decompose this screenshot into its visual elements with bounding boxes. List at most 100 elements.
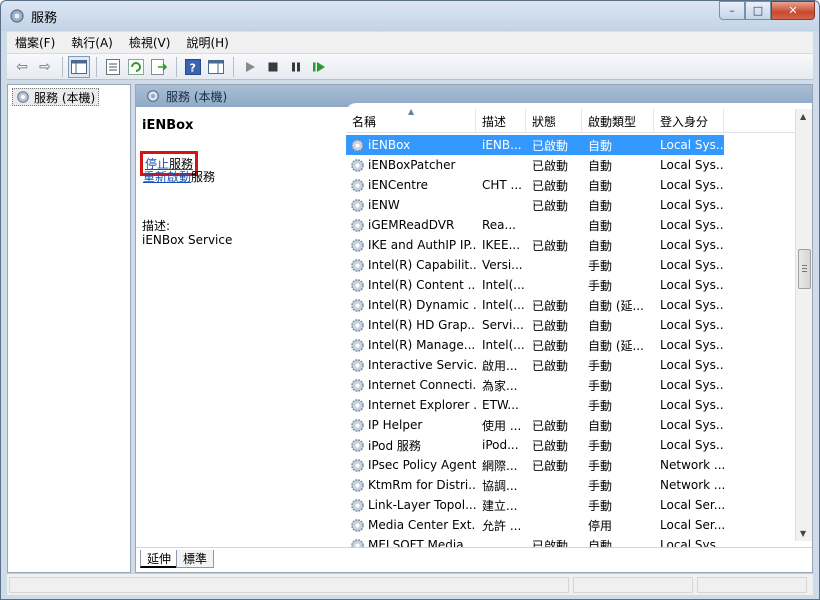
service-name-text: Internet Explorer ... xyxy=(368,398,476,412)
service-startup-type: 手動 xyxy=(588,438,613,453)
table-row[interactable]: iENBoxPatcher 已啟動 自動 Local Sys... xyxy=(346,155,796,175)
table-row[interactable]: iENBox iENB... 已啟動 自動 Local Sys... xyxy=(346,135,796,155)
properties-icon[interactable] xyxy=(102,56,124,78)
service-logon-as: Local Sys... xyxy=(660,298,724,312)
menu-view[interactable]: 檢視(V) xyxy=(121,34,179,51)
service-name: Media Center Ext... xyxy=(346,515,476,535)
service-name-text: Intel(R) Capabilit... xyxy=(368,258,476,272)
table-row[interactable]: Internet Explorer ... ETW... 手動 Local Sys..… xyxy=(346,395,796,415)
service-startup-type: 手動 xyxy=(588,358,613,373)
service-status xyxy=(526,475,582,495)
tab-extended[interactable]: 延伸 xyxy=(140,550,179,568)
console-tree-icon[interactable] xyxy=(68,55,90,78)
restart-link-suffix: 服務 xyxy=(191,170,216,184)
service-name: Interactive Servic... xyxy=(346,355,476,375)
table-row[interactable]: iENCentre CHT ... 已啟動 自動 Local Sys... xyxy=(346,175,796,195)
forward-arrow-icon[interactable]: ⇨ xyxy=(34,56,56,78)
extended-description-panel: iENBox 停止服務 重新啟動服務 描述: iENBox Service xyxy=(136,107,346,547)
table-row[interactable]: Intel(R) Manage... Intel(... 已啟動 自動 (延... Lo… xyxy=(346,335,796,355)
service-logon-as: Local Sys... xyxy=(660,318,724,332)
service-status: 已啟動 xyxy=(532,158,569,173)
scroll-up-icon[interactable]: ▲ xyxy=(800,112,806,121)
service-description: 網際... xyxy=(482,458,518,473)
service-name-text: Intel(R) Manage... xyxy=(368,338,476,352)
service-gear-icon xyxy=(351,458,364,472)
restart-service-link[interactable]: 重新啟動服務 xyxy=(143,168,215,185)
service-logon-as: Local Sys... xyxy=(660,178,724,192)
column-header-startup-type[interactable]: 啟動類型 xyxy=(582,109,654,133)
scroll-down-icon[interactable]: ▼ xyxy=(800,529,806,538)
service-name: iPod 服務 xyxy=(346,435,476,455)
toolbar: ⇦ ⇨ ? xyxy=(7,53,813,80)
services-window: 服務 – □ ✕ 檔案(F) 執行(A) 檢視(V) 說明(H) ⇦ ⇨ ? 服… xyxy=(0,0,820,600)
restart-service-icon[interactable] xyxy=(308,56,330,78)
title-bar[interactable]: 服務 – □ ✕ xyxy=(1,1,819,31)
service-name: KtmRm for Distri... xyxy=(346,475,476,495)
table-row[interactable]: Internet Connecti... 為家... 手動 Local Sys... xyxy=(346,375,796,395)
table-row[interactable]: Intel(R) Content ... Intel(... 手動 Local Sys… xyxy=(346,275,796,295)
service-startup-type: 自動 xyxy=(588,218,613,233)
service-name: Intel(R) Content ... xyxy=(346,275,476,295)
table-row[interactable]: iENW 已啟動 自動 Local Sys... xyxy=(346,195,796,215)
table-row[interactable]: iGEMReadDVR Rea... 自動 Local Sys... xyxy=(346,215,796,235)
minimize-button[interactable]: – xyxy=(719,1,745,20)
table-row[interactable]: Media Center Ext... 允許 ... 停用 Local Ser... xyxy=(346,515,796,535)
view-tabs: 延伸 標準 xyxy=(136,547,812,572)
table-row[interactable]: Intel(R) Dynamic ... Intel(... 已啟動 自動 (延...… xyxy=(346,295,796,315)
tree-item-services-local[interactable]: 服務 (本機) xyxy=(12,88,100,106)
service-name-text: iGEMReadDVR xyxy=(368,218,455,232)
refresh-icon[interactable] xyxy=(125,56,147,78)
table-row[interactable]: IP Helper 使用 ... 已啟動 自動 Local Sys... xyxy=(346,415,796,435)
service-logon-as: Local Sys... xyxy=(660,378,724,392)
column-header-description[interactable]: 描述 xyxy=(476,109,526,133)
service-startup-type: 停用 xyxy=(588,518,613,533)
service-status: 已啟動 xyxy=(532,178,569,193)
table-row[interactable]: Intel(R) HD Grap... Servi... 已啟動 自動 Local Sy… xyxy=(346,315,796,335)
service-description: iPod... xyxy=(482,438,519,452)
column-header-logon-as[interactable]: 登入身分 xyxy=(654,109,724,133)
stop-service-icon[interactable] xyxy=(262,56,284,78)
service-description: Intel(... xyxy=(482,338,525,352)
column-header-name[interactable]: ▲ 名稱 xyxy=(346,107,476,133)
table-row[interactable]: Intel(R) Capabilit... Versi... 手動 Local Sys… xyxy=(346,255,796,275)
service-gear-icon xyxy=(351,518,364,532)
service-logon-as: Network ... xyxy=(660,478,724,492)
pause-service-icon[interactable] xyxy=(285,56,307,78)
service-gear-icon xyxy=(351,258,364,272)
help-icon[interactable]: ? xyxy=(182,56,204,78)
table-row[interactable]: IKE and AuthIP IP... IKEE... 已啟動 自動 Local Sy… xyxy=(346,235,796,255)
show-hide-action-pane-icon[interactable] xyxy=(205,56,227,78)
column-header-status[interactable]: 狀態 xyxy=(526,109,582,133)
service-status: 已啟動 xyxy=(532,198,569,213)
service-name-text: IKE and AuthIP IP... xyxy=(368,238,476,252)
menu-file[interactable]: 檔案(F) xyxy=(7,34,63,51)
service-name-text: IP Helper xyxy=(368,418,423,432)
sort-ascending-icon: ▲ xyxy=(408,107,415,116)
back-arrow-icon[interactable]: ⇦ xyxy=(11,56,33,78)
table-row[interactable]: IPsec Policy Agent 網際... 已啟動 手動 Network ... xyxy=(346,455,796,475)
service-logon-as: Local Sys... xyxy=(660,338,724,352)
service-name: Intel(R) HD Grap... xyxy=(346,315,476,335)
maximize-button[interactable]: □ xyxy=(745,1,771,20)
service-logon-as: Local Sys... xyxy=(660,278,724,292)
restart-link-text[interactable]: 重新啟動 xyxy=(143,170,191,184)
scrollbar-thumb[interactable] xyxy=(798,249,811,289)
close-button[interactable]: ✕ xyxy=(771,1,815,20)
vertical-scrollbar[interactable]: ▲ ▼ xyxy=(795,109,812,541)
menu-action[interactable]: 執行(A) xyxy=(63,34,121,51)
tab-standard[interactable]: 標準 xyxy=(176,550,215,568)
service-startup-type: 手動 xyxy=(588,478,613,493)
service-startup-type: 手動 xyxy=(588,458,613,473)
table-row[interactable]: iPod 服務 iPod... 已啟動 手動 Local Sys... xyxy=(346,435,796,455)
start-service-icon[interactable] xyxy=(239,56,261,78)
menu-help[interactable]: 說明(H) xyxy=(178,34,236,51)
table-row[interactable]: Interactive Servic... 啟用... 已啟動 手動 Local Sys… xyxy=(346,355,796,375)
table-row[interactable]: KtmRm for Distri... 協調... 手動 Network ... xyxy=(346,475,796,495)
tree-item-label: 服務 (本機) xyxy=(34,90,96,105)
export-list-icon[interactable] xyxy=(148,56,170,78)
service-gear-icon xyxy=(351,158,364,172)
service-name-text: Interactive Servic... xyxy=(368,358,476,372)
table-row[interactable]: Link-Layer Topol... 建立... 手動 Local Ser... xyxy=(346,495,796,515)
column-header-label: 描述 xyxy=(482,114,507,129)
service-description: Servi... xyxy=(482,318,524,332)
